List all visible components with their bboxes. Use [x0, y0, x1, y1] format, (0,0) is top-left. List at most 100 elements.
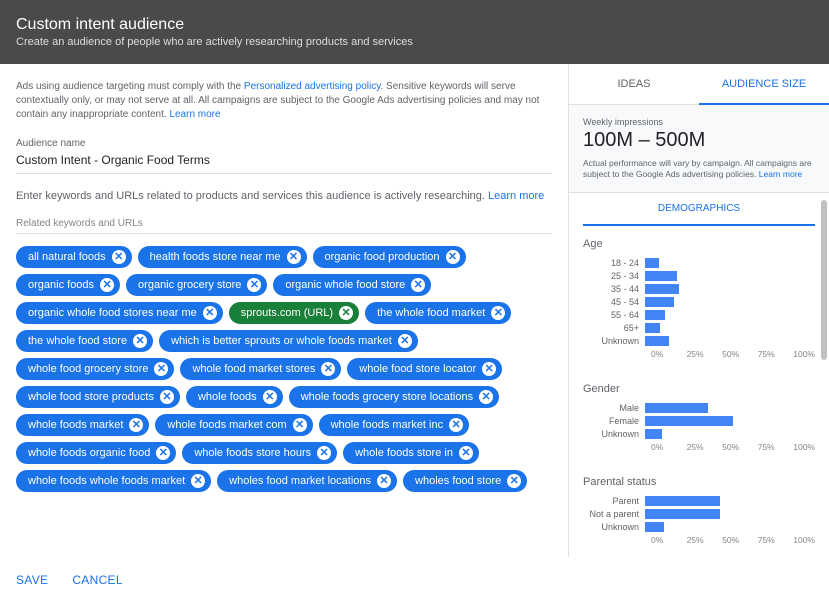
close-icon[interactable]: ✕	[100, 278, 114, 292]
close-icon[interactable]: ✕	[133, 334, 147, 348]
close-icon[interactable]: ✕	[293, 418, 307, 432]
tab-audience-size[interactable]: AUDIENCE SIZE	[699, 64, 829, 104]
bar-row: 18 - 24	[583, 258, 815, 268]
right-tabs: IDEAS AUDIENCE SIZE	[569, 64, 829, 105]
keyword-chip[interactable]: the whole food market✕	[365, 302, 511, 324]
learn-more-link[interactable]: Learn more	[488, 190, 544, 202]
keyword-chip[interactable]: all natural foods ✕	[16, 246, 132, 268]
keyword-chip[interactable]: whole food market stores✕	[180, 358, 341, 380]
scrollbar-thumb[interactable]	[821, 200, 827, 360]
bar-row: 55 - 64	[583, 310, 815, 320]
right-panel: IDEAS AUDIENCE SIZE Weekly impressions 1…	[569, 64, 829, 557]
bar-fill	[645, 258, 659, 268]
close-icon[interactable]: ✕	[263, 390, 277, 404]
keyword-chip[interactable]: whole foods store hours✕	[182, 442, 337, 464]
keyword-chip[interactable]: whole foods whole foods market✕	[16, 470, 211, 492]
close-icon[interactable]: ✕	[203, 306, 217, 320]
keyword-chip[interactable]: whole foods ✕	[186, 386, 283, 408]
chip-label: organic foods	[28, 279, 94, 291]
bar-label: Female	[583, 416, 645, 426]
close-icon[interactable]: ✕	[446, 250, 460, 264]
close-icon[interactable]: ✕	[160, 390, 174, 404]
chip-label: whole foods market inc	[331, 419, 444, 431]
keyword-chip[interactable]: organic whole food store✕	[273, 274, 431, 296]
related-keywords-label: Related keywords and URLs	[16, 218, 552, 234]
tab-demographics[interactable]: DEMOGRAPHICS	[583, 193, 815, 226]
learn-more-link[interactable]: Learn more	[759, 169, 802, 179]
cancel-button[interactable]: CANCEL	[72, 573, 122, 587]
audience-name-input[interactable]: Custom Intent - Organic Food Terms	[16, 149, 552, 174]
keyword-chip[interactable]: organic whole food stores near me✕	[16, 302, 223, 324]
chip-label: organic grocery store	[138, 279, 241, 291]
keyword-chip[interactable]: organic foods ✕	[16, 274, 120, 296]
chip-label: sprouts.com (URL)	[241, 307, 333, 319]
bar-label: Not a parent	[583, 509, 645, 519]
close-icon[interactable]: ✕	[112, 250, 126, 264]
close-icon[interactable]: ✕	[339, 306, 353, 320]
chip-label: whole foods	[198, 391, 257, 403]
keyword-chip[interactable]: whole foods grocery store locations ✕	[289, 386, 499, 408]
close-icon[interactable]: ✕	[129, 418, 143, 432]
close-icon[interactable]: ✕	[482, 362, 496, 376]
close-icon[interactable]: ✕	[191, 474, 205, 488]
close-icon[interactable]: ✕	[321, 362, 335, 376]
bar-row: Unknown	[583, 429, 815, 439]
keyword-chip[interactable]: whole food grocery store✕	[16, 358, 174, 380]
keyword-chip[interactable]: organic food production ✕	[313, 246, 466, 268]
chip-label: organic food production	[325, 251, 440, 263]
chip-label: all natural foods	[28, 251, 106, 263]
close-icon[interactable]: ✕	[287, 250, 301, 264]
close-icon[interactable]: ✕	[507, 474, 521, 488]
bar-fill	[645, 522, 664, 532]
bar-row: Not a parent	[583, 509, 815, 519]
policy-link[interactable]: Personalized advertising policy	[244, 81, 381, 92]
close-icon[interactable]: ✕	[247, 278, 261, 292]
keyword-chip[interactable]: whole food store locator✕	[347, 358, 502, 380]
bar-fill	[645, 284, 679, 294]
bar-fill	[645, 310, 665, 320]
chip-label: whole foods market	[28, 419, 123, 431]
close-icon[interactable]: ✕	[317, 446, 331, 460]
chart-parental-status: Parental statusParentNot a parentUnknown…	[569, 464, 829, 557]
keyword-chip[interactable]: whole foods store in✕	[343, 442, 479, 464]
close-icon[interactable]: ✕	[491, 306, 505, 320]
impressions-label: Weekly impressions	[583, 117, 815, 127]
keyword-chip[interactable]: wholes food store✕	[403, 470, 527, 492]
close-icon[interactable]: ✕	[398, 334, 412, 348]
close-icon[interactable]: ✕	[411, 278, 425, 292]
dialog-subtitle: Create an audience of people who are act…	[16, 36, 813, 48]
keyword-chip[interactable]: whole food store products✕	[16, 386, 180, 408]
keyword-chip[interactable]: whole foods market com✕	[155, 414, 312, 436]
bar-row: 35 - 44	[583, 284, 815, 294]
learn-more-link[interactable]: Learn more	[169, 109, 220, 120]
chart-gender: GenderMaleFemaleUnknown0%25%50%75%100%	[569, 371, 829, 464]
keyword-chip[interactable]: health foods store near me ✕	[138, 246, 307, 268]
bar-label: Parent	[583, 496, 645, 506]
bar-row: Male	[583, 403, 815, 413]
audience-name-label: Audience name	[16, 138, 552, 149]
keyword-chip[interactable]: organic grocery store ✕	[126, 274, 267, 296]
keyword-chip[interactable]: whole foods organic food ✕	[16, 442, 176, 464]
close-icon[interactable]: ✕	[154, 362, 168, 376]
keyword-chip[interactable]: the whole food store✕	[16, 330, 153, 352]
chip-label: whole foods organic food	[28, 447, 150, 459]
tab-ideas[interactable]: IDEAS	[569, 64, 699, 104]
bar-label: 65+	[583, 323, 645, 333]
url-chip[interactable]: sprouts.com (URL) ✕	[229, 302, 359, 324]
close-icon[interactable]: ✕	[449, 418, 463, 432]
dialog-header: Custom intent audience Create an audienc…	[0, 0, 829, 64]
close-icon[interactable]: ✕	[459, 446, 473, 460]
keyword-chip[interactable]: wholes food market locations✕	[217, 470, 397, 492]
left-panel: Ads using audience targeting must comply…	[0, 64, 569, 557]
keyword-chip[interactable]: which is better sprouts or whole foods m…	[159, 330, 418, 352]
close-icon[interactable]: ✕	[377, 474, 391, 488]
save-button[interactable]: SAVE	[16, 573, 48, 587]
close-icon[interactable]: ✕	[479, 390, 493, 404]
dialog-title: Custom intent audience	[16, 16, 813, 34]
keyword-chip[interactable]: whole foods market inc ✕	[319, 414, 470, 436]
close-icon[interactable]: ✕	[156, 446, 170, 460]
bar-fill	[645, 509, 720, 519]
chip-label: health foods store near me	[150, 251, 281, 263]
chip-label: whole foods grocery store locations	[301, 391, 473, 403]
keyword-chip[interactable]: whole foods market ✕	[16, 414, 149, 436]
